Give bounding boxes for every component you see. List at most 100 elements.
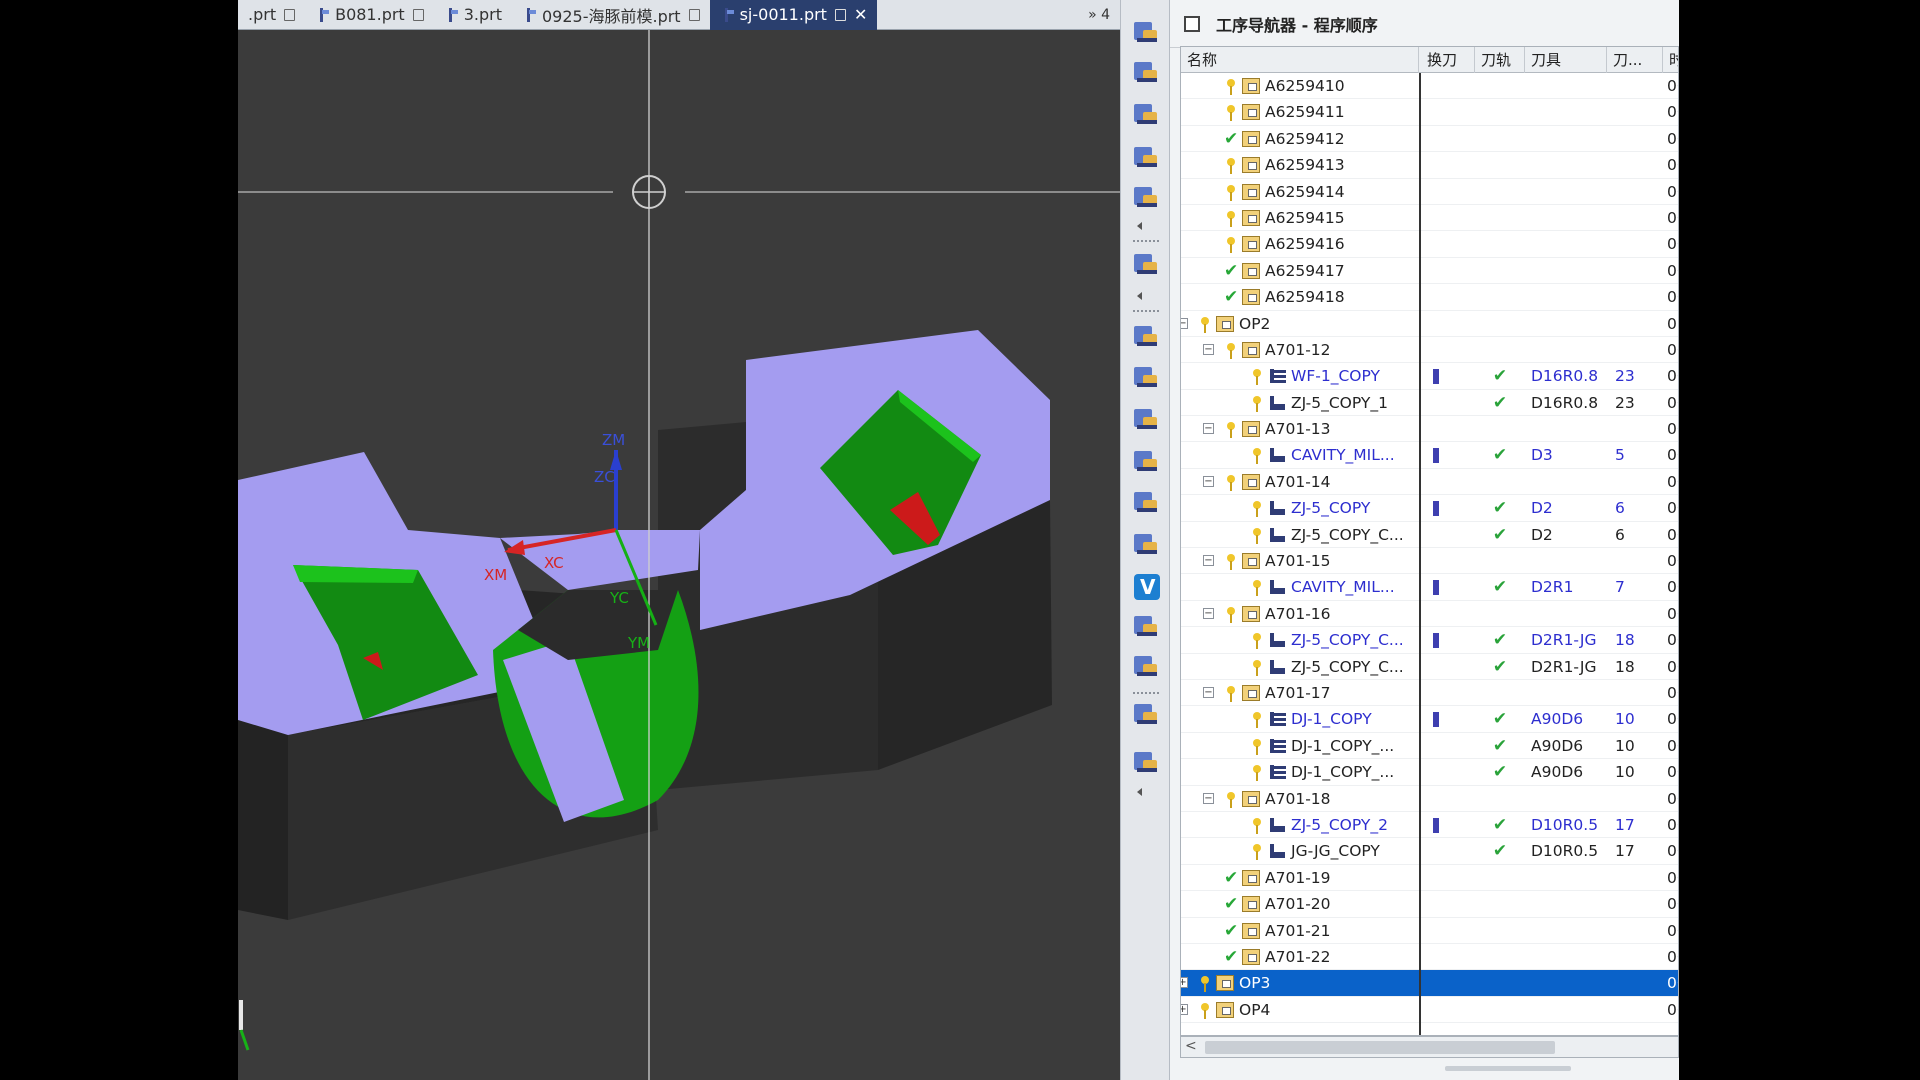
graphics-viewport[interactable]: ZM ZC XM XC YC YM [238, 30, 1120, 1080]
tree-row[interactable]: DJ-1_COPY_... ✔ A90D6 10 00 [1181, 759, 1678, 786]
tree-row[interactable]: A6259411 00 [1181, 99, 1678, 126]
expand-node-icon[interactable]: + [1181, 977, 1188, 989]
tree-row[interactable]: DJ-1_COPY ✔ A90D6 10 00 [1181, 706, 1678, 733]
tree-row[interactable]: − A701-12 00 [1181, 337, 1678, 364]
postprocess-icon[interactable] [1131, 652, 1161, 682]
tree-row[interactable]: A6259410 00 [1181, 73, 1678, 100]
tree-row[interactable]: − A701-15 00 [1181, 548, 1678, 575]
column-header-tool-number[interactable]: 刀... [1607, 47, 1663, 73]
tree-row[interactable]: ✔ A701-22 00 [1181, 944, 1678, 971]
create-program-icon[interactable] [1131, 183, 1161, 213]
toolpath-cell: ✔ [1492, 577, 1508, 598]
machine-tool-view-icon[interactable] [1131, 363, 1161, 393]
program-order-view-icon[interactable] [1131, 322, 1161, 352]
tree-row[interactable]: + OP3 00 [1181, 970, 1678, 997]
column-header-name[interactable]: 名称 [1181, 47, 1419, 73]
tree-row[interactable]: ✔ A6259417 00 [1181, 258, 1678, 285]
tree-row[interactable]: CAVITY_MIL... ✔ D3 5 00 [1181, 442, 1678, 469]
column-header-toolpath[interactable]: 刀轨 [1475, 47, 1525, 73]
file-tab-bar: .prt B081.prt 3.prt 0925-海豚前模.prt sj-001… [238, 0, 1120, 30]
collapse-node-icon[interactable]: − [1203, 555, 1214, 567]
part-navigator-icon[interactable] [1131, 100, 1161, 130]
operation-tree-table[interactable]: 名称 换刀 刀轨 刀具 刀... 时 A625941000A625941100✔… [1180, 46, 1679, 1036]
assembly-navigator-icon[interactable] [1131, 18, 1161, 48]
expand-node-icon[interactable]: + [1181, 1003, 1188, 1015]
collapse-node-icon[interactable]: − [1203, 792, 1214, 804]
more-tabs-button[interactable]: » 4 [1088, 7, 1120, 23]
file-tab-2[interactable]: 3.prt [434, 0, 512, 30]
collapse-node-icon[interactable]: − [1203, 607, 1214, 619]
tree-row[interactable]: ZJ-5_COPY ✔ D2 6 00 [1181, 495, 1678, 522]
constraint-navigator-icon[interactable] [1131, 58, 1161, 88]
tool-change-cell [1421, 838, 1475, 864]
collapse-node-icon[interactable]: − [1203, 686, 1214, 698]
tree-row[interactable]: CAVITY_MIL... ✔ D2R1 7 00 [1181, 574, 1678, 601]
tree-row[interactable]: ✔ A701-21 00 [1181, 918, 1678, 944]
tree-row[interactable]: A6259416 00 [1181, 231, 1678, 258]
expand-arrow-icon[interactable] [1137, 222, 1142, 230]
tree-row[interactable]: WF-1_COPY ✔ D16R0.8 23 00 [1181, 363, 1678, 390]
tree-row[interactable]: ZJ-5_COPY_C... ✔ D2 6 00 [1181, 522, 1678, 549]
tree-row[interactable]: ✔ A701-20 00 [1181, 891, 1678, 918]
tree-row[interactable]: ✔ A701-19 00 [1181, 865, 1678, 892]
expand-arrow-icon[interactable] [1137, 292, 1142, 300]
collapse-node-icon[interactable]: − [1203, 423, 1214, 435]
column-divider[interactable] [1419, 73, 1421, 1035]
file-tab-0[interactable]: .prt [238, 0, 305, 30]
collapse-node-icon[interactable]: − [1181, 317, 1188, 329]
tree-row[interactable]: ZJ-5_COPY_1 ✔ D16R0.8 23 00 [1181, 390, 1678, 417]
tree-row[interactable]: − A701-14 00 [1181, 469, 1678, 496]
tree-row[interactable]: + OP4 00 [1181, 997, 1678, 1024]
zlevel-operation-icon [1268, 446, 1286, 464]
tree-row[interactable]: DJ-1_COPY_... ✔ A90D6 10 00 [1181, 733, 1678, 760]
file-tab-1[interactable]: B081.prt [305, 0, 434, 30]
tree-row[interactable]: − A701-17 00 [1181, 680, 1678, 707]
tree-row[interactable]: A6259415 00 [1181, 205, 1678, 232]
list-toolpath-icon[interactable] [1131, 612, 1161, 642]
close-tab-icon[interactable]: ✕ [854, 5, 867, 24]
tree-row[interactable]: A6259413 00 [1181, 152, 1678, 179]
shop-docs-icon[interactable] [1131, 700, 1161, 730]
pop-out-icon[interactable] [412, 8, 424, 21]
replay-toolpath-icon[interactable] [1131, 530, 1161, 560]
tree-row[interactable]: ZJ-5_COPY_2 ✔ D10R0.5 17 00 [1181, 812, 1678, 839]
toolpath-cell [1475, 416, 1525, 442]
tree-row[interactable]: − A701-16 00 [1181, 601, 1678, 628]
tree-row[interactable]: − A701-13 00 [1181, 416, 1678, 443]
program-group-icon [1216, 975, 1234, 992]
create-operation-icon[interactable] [1131, 250, 1161, 280]
tree-row[interactable]: − OP2 01 [1181, 311, 1678, 337]
collapse-node-icon[interactable]: − [1203, 343, 1214, 355]
pop-out-icon[interactable] [284, 8, 296, 21]
machining-method-view-icon[interactable] [1131, 447, 1161, 477]
expand-arrow-icon[interactable] [1137, 788, 1142, 796]
verify-toolpath-icon[interactable] [1131, 570, 1161, 600]
tree-row[interactable]: JG-JG_COPY ✔ D10R0.5 17 00 [1181, 838, 1678, 865]
tree-row[interactable]: ZJ-5_COPY_C... ✔ D2R1-JG 18 00 [1181, 627, 1678, 654]
column-header-time[interactable]: 时 [1663, 47, 1678, 73]
tree-row[interactable]: − A701-18 00 [1181, 786, 1678, 812]
file-tab-3[interactable]: 0925-海豚前模.prt [512, 0, 710, 30]
file-tab-active[interactable]: sj-0011.prt ✕ [709, 0, 878, 30]
scroll-left-icon[interactable]: < [1185, 1038, 1197, 1054]
collapse-node-icon[interactable]: − [1203, 475, 1214, 487]
scroll-thumb[interactable] [1205, 1041, 1555, 1054]
geometry-view-icon[interactable] [1131, 405, 1161, 435]
column-header-tool[interactable]: 刀具 [1525, 47, 1607, 73]
tool-holder-icon[interactable] [1131, 748, 1161, 778]
pop-out-icon[interactable] [834, 8, 846, 21]
tree-row[interactable]: ZJ-5_COPY_C... ✔ D2R1-JG 18 00 [1181, 654, 1678, 680]
pin-checkbox-icon[interactable] [1184, 15, 1200, 32]
reuse-library-icon[interactable] [1131, 143, 1161, 173]
tree-row[interactable]: A6259414 00 [1181, 179, 1678, 205]
tool-change-cell [1421, 997, 1475, 1023]
row-name: ZJ-5_COPY_C... [1291, 631, 1404, 650]
tool-change-cell [1421, 416, 1475, 442]
pop-out-icon[interactable] [688, 8, 700, 21]
resize-handle[interactable] [1445, 1066, 1571, 1071]
horizontal-scrollbar[interactable]: < [1180, 1036, 1679, 1058]
generate-toolpath-icon[interactable] [1131, 488, 1161, 518]
tree-row[interactable]: ✔ A6259418 00 [1181, 284, 1678, 311]
column-header-tool-change[interactable]: 换刀 [1421, 47, 1475, 73]
tree-row[interactable]: ✔ A6259412 00 [1181, 126, 1678, 153]
